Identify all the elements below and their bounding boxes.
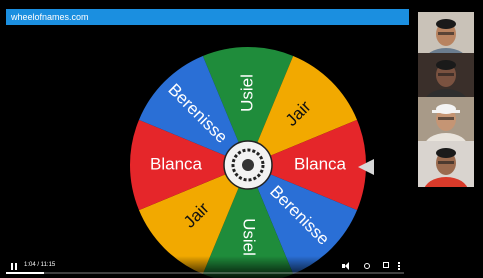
participant-panel [410, 0, 483, 278]
more-options-icon[interactable] [398, 262, 401, 270]
fullscreen-icon[interactable] [383, 262, 391, 270]
participant-avatar-icon [418, 53, 474, 99]
settings-icon[interactable] [363, 262, 371, 270]
volume-icon[interactable] [342, 262, 350, 270]
participant-video[interactable] [418, 97, 474, 143]
wheel-segment-label: Blanca [294, 154, 347, 173]
screen-share-view: wheelofnames.com Usiel Jair Blanca Bereniss… [0, 0, 483, 278]
participant-video[interactable] [418, 12, 474, 58]
progress-bar[interactable] [6, 272, 404, 274]
progress-fill [6, 272, 44, 274]
time-display: 1:04 / 11:15 [24, 262, 56, 268]
wheel-graphic[interactable]: UsielJairBlancaBerenisseUsielJairBlancaB… [128, 45, 368, 278]
wheel-segment-label: Usiel [237, 74, 256, 112]
participant-video[interactable] [418, 141, 474, 187]
pause-icon[interactable] [11, 263, 18, 270]
video-controls: 1:04 / 11:15 [0, 256, 410, 278]
site-title[interactable]: wheelofnames.com [11, 12, 89, 22]
wheel-segment-label: Blanca [150, 154, 203, 173]
wheel-segment-label: Usiel [240, 218, 259, 256]
wheel-pointer-icon [358, 159, 374, 175]
participant-avatar-icon [418, 12, 474, 58]
participant-video[interactable] [418, 53, 474, 99]
participant-avatar-icon [418, 141, 474, 187]
participant-avatar-icon [418, 97, 474, 143]
wheel[interactable]: Usiel Jair Blanca Berenisse Usiel Jair Blanca B… [128, 45, 368, 278]
shared-screen: wheelofnames.com Usiel Jair Blanca Bereniss… [0, 0, 410, 278]
site-header: wheelofnames.com [6, 9, 409, 25]
